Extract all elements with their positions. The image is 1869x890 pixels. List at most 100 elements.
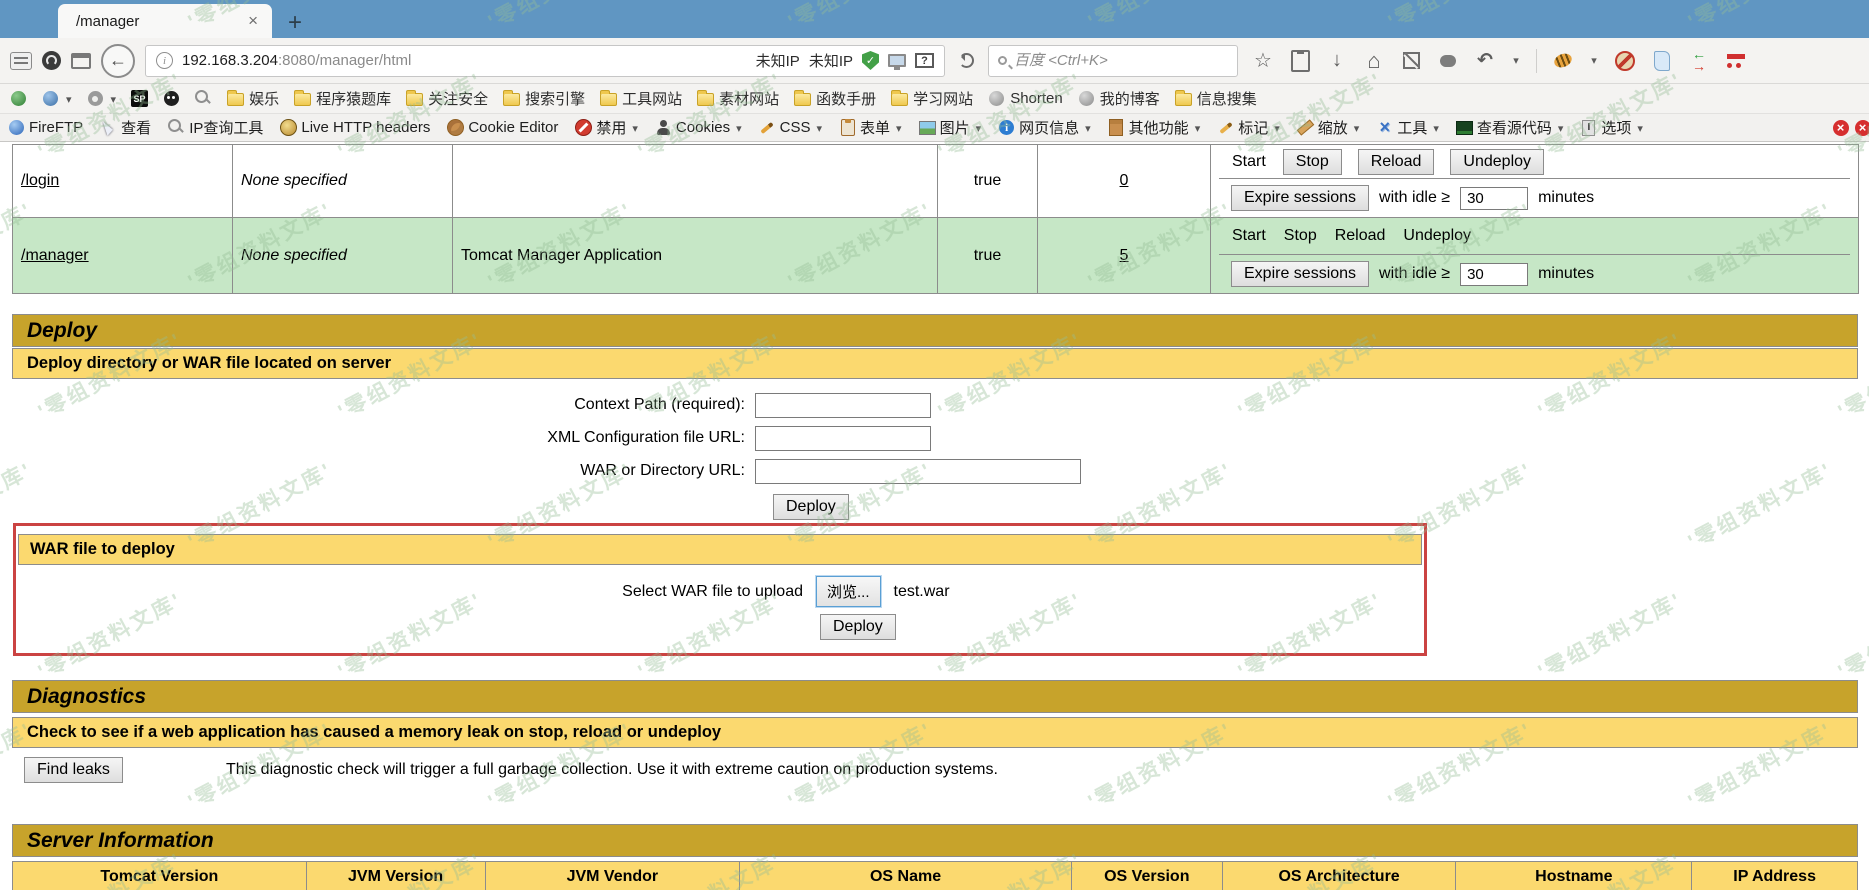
options-menu[interactable]: 选项 (1580, 117, 1643, 138)
bookmark-item[interactable]: 娱乐 (227, 88, 279, 109)
diagnostics-note: This diagnostic check will trigger a ful… (226, 761, 998, 779)
new-tab-button[interactable]: + (288, 11, 302, 35)
downloads-icon[interactable]: ↓ (1326, 49, 1348, 73)
bookmark-star-icon[interactable]: ☆ (1252, 49, 1274, 73)
close-toolbar-icon[interactable] (1832, 119, 1849, 136)
outline-menu[interactable]: 标记 (1217, 117, 1280, 138)
deploy-server-button[interactable]: Deploy (773, 494, 849, 520)
bookmark-item[interactable] (195, 90, 212, 107)
back-button[interactable]: ← (101, 44, 135, 78)
site-info-icon[interactable]: i (156, 52, 173, 69)
chevron-down-icon (64, 90, 72, 107)
help-box-icon[interactable]: ? (915, 53, 934, 68)
ip-lookup-button[interactable]: IP查询工具 (168, 117, 263, 138)
toolbar-separator[interactable] (1536, 49, 1537, 73)
bookmark-folder-material-sites (697, 93, 714, 106)
app-manager-sessions-link[interactable]: 5 (1120, 247, 1129, 264)
addon-icon (998, 119, 1015, 136)
idle-minutes-input[interactable] (1460, 187, 1528, 210)
cookie-editor-button[interactable]: Cookie Editor (447, 119, 558, 136)
command-button[interactable]: Stop (1283, 149, 1342, 175)
security-shield-icon[interactable] (862, 51, 879, 70)
find-leaks-button[interactable]: Find leaks (24, 757, 123, 783)
server-info-header-cell: OS Architecture (1223, 862, 1457, 890)
bookmark-item[interactable]: 工具网站 (600, 88, 682, 109)
deploy-field-input[interactable] (755, 426, 931, 451)
images-menu[interactable]: 图片 (919, 117, 982, 138)
reload-icon[interactable] (959, 53, 974, 68)
settings-gear-icon (87, 90, 104, 107)
selected-war-filename: test.war (894, 583, 950, 601)
page-info-menu[interactable]: 网页信息 (998, 117, 1091, 138)
firebug-caret-icon[interactable]: ▾ (1589, 49, 1599, 73)
adblock-icon[interactable] (1614, 49, 1636, 73)
bookmark-item[interactable]: 程序猿题库 (294, 88, 391, 109)
command-label: Reload (1334, 227, 1387, 245)
bookmark-item[interactable]: 信息搜集 (1175, 88, 1257, 109)
firebug-icon[interactable] (1552, 49, 1574, 73)
command-button[interactable]: Reload (1358, 149, 1435, 175)
fireftp-button[interactable]: FireFTP (8, 119, 83, 136)
bookmark-item[interactable]: 学习网站 (891, 88, 973, 109)
tab-manager[interactable]: /manager × (58, 4, 272, 38)
expire-sessions-button[interactable]: Expire sessions (1231, 261, 1369, 287)
tab-close-icon[interactable]: × (244, 11, 262, 31)
deploy-war-button[interactable]: Deploy (820, 614, 896, 640)
undo-icon[interactable]: ↶ (1474, 49, 1496, 73)
forms-menu[interactable]: 表单 (839, 117, 902, 138)
bookmark-item[interactable]: Shorten (988, 90, 1063, 107)
live-http-headers-button[interactable]: Live HTTP headers (280, 119, 430, 136)
idle-minutes-input[interactable] (1460, 263, 1528, 286)
chevron-down-icon (734, 119, 742, 136)
bookmark-item[interactable] (42, 90, 72, 107)
inspect-button[interactable]: 查看 (100, 117, 151, 138)
bookmark-item[interactable] (87, 90, 117, 107)
app-row-login: /login None specified true 0 StartStopRe… (13, 145, 1859, 218)
proxy-switch-icon[interactable] (1688, 49, 1710, 73)
bookmark-item[interactable] (10, 90, 27, 107)
extension-restart-icon[interactable] (42, 51, 61, 70)
extension-reader-icon[interactable] (10, 52, 32, 70)
css-menu[interactable]: CSS (759, 119, 822, 136)
bookmark-item[interactable]: SP (131, 90, 148, 107)
proxy-computer-icon[interactable] (888, 54, 906, 67)
extension-window-icon[interactable] (71, 53, 91, 69)
bookmark-item[interactable]: 素材网站 (697, 88, 779, 109)
bookmark-item[interactable]: 关注安全 (406, 88, 488, 109)
expire-sessions-row: Expire sessions with idle ≥ minutes (1219, 255, 1850, 293)
app-login-link[interactable]: /login (21, 172, 59, 189)
menu-icon[interactable] (1725, 49, 1747, 73)
resize-menu[interactable]: 缩放 (1297, 117, 1360, 138)
close-toolbar-icon-2[interactable] (1854, 119, 1869, 136)
tools-menu[interactable]: 工具 (1376, 117, 1439, 138)
deploy-field-input[interactable] (755, 459, 1081, 484)
expire-sessions-button[interactable]: Expire sessions (1231, 185, 1369, 211)
reading-list-icon[interactable] (1289, 49, 1311, 73)
command-button[interactable]: Start (1231, 153, 1267, 171)
bookmark-folder-programmer-bank (294, 93, 311, 106)
view-source-menu[interactable]: 查看源代码 (1456, 117, 1564, 138)
app-login-sessions-link[interactable]: 0 (1120, 172, 1129, 189)
disable-menu[interactable]: 禁用 (575, 117, 638, 138)
app-manager-link[interactable]: /manager (21, 247, 89, 264)
command-button[interactable]: Undeploy (1450, 149, 1544, 175)
url-text: 192.168.3.204:8080/manager/html (182, 52, 411, 69)
cookies-menu[interactable]: Cookies (655, 119, 742, 136)
deploy-form-row: Context Path (required): (12, 392, 1081, 418)
bookmark-item[interactable]: 函数手册 (794, 88, 876, 109)
bookmark-item[interactable] (163, 90, 180, 107)
browse-file-button[interactable]: 浏览... (816, 576, 881, 607)
deploy-field-input[interactable] (755, 393, 931, 418)
hackbar-icon[interactable] (1651, 49, 1673, 73)
bookmark-item[interactable]: 我的博客 (1078, 88, 1160, 109)
bookmark-item[interactable]: 搜索引擎 (503, 88, 585, 109)
search-box[interactable] (988, 45, 1238, 77)
search-input[interactable] (1014, 52, 1228, 69)
undo-caret-icon[interactable]: ▾ (1511, 49, 1521, 73)
applications-table: /login None specified true 0 StartStopRe… (12, 144, 1859, 294)
screenshot-icon[interactable] (1400, 49, 1422, 73)
misc-tools-menu[interactable]: 其他功能 (1108, 117, 1201, 138)
url-bar[interactable]: i 192.168.3.204:8080/manager/html 未知IP 未… (145, 45, 945, 77)
home-icon[interactable]: ⌂ (1363, 49, 1385, 73)
pocket-icon[interactable] (1437, 49, 1459, 73)
